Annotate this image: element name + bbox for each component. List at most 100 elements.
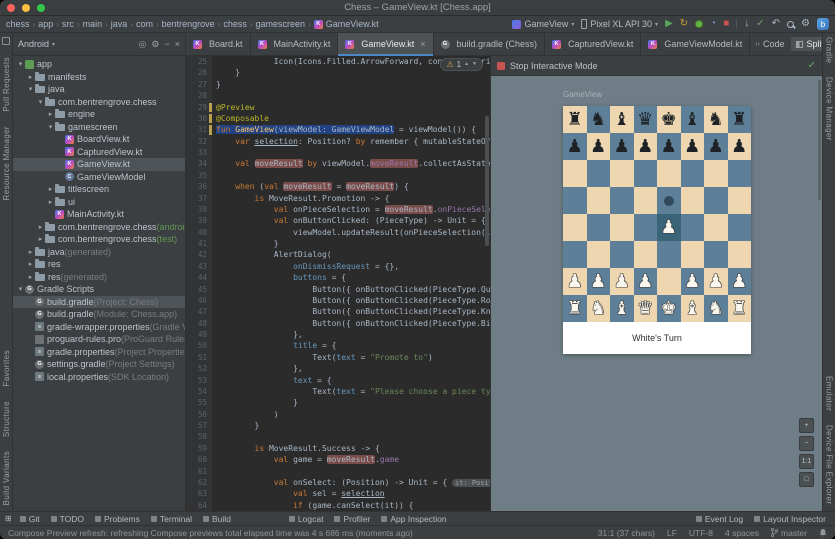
project-tool-icon[interactable] — [2, 37, 10, 45]
run-button[interactable]: ▶ — [665, 19, 673, 29]
board-square[interactable]: ♟ — [681, 133, 705, 160]
board-square[interactable] — [563, 187, 587, 214]
board-square[interactable]: ♟ — [610, 133, 634, 160]
line-number[interactable]: 30 — [186, 113, 212, 124]
line-number[interactable]: 51 — [186, 352, 212, 363]
breadcrumb-item[interactable]: src — [62, 19, 74, 29]
editor-tab[interactable]: KCapturedView.kt — [545, 33, 641, 55]
breadcrumb-item[interactable]: gamescreen — [256, 19, 306, 29]
tree-item-capturedview-kt[interactable]: KCapturedView.kt — [13, 146, 185, 159]
line-number[interactable]: 46 — [186, 295, 212, 306]
locate-file-icon[interactable]: ◎ — [139, 39, 147, 50]
code-line[interactable]: 48 Button({ onButtonClicked(PieceType.Bi… — [186, 318, 490, 329]
code-line[interactable]: 28 — [186, 90, 490, 101]
breadcrumb-item[interactable]: app — [38, 19, 53, 29]
tree-item-gradle-wrapper-properties[interactable]: ≡gradle-wrapper.properties (Gradle Versi… — [13, 321, 185, 334]
board-square[interactable] — [681, 241, 705, 268]
board-square[interactable]: ♝ — [610, 295, 634, 322]
board-square[interactable] — [634, 160, 658, 187]
search-icon[interactable] — [787, 21, 794, 28]
board-square[interactable]: ♞ — [704, 106, 728, 133]
tool-window-button-event-log[interactable]: Event Log — [696, 514, 743, 524]
close-icon[interactable]: × — [420, 39, 425, 49]
board-square[interactable]: ♟ — [657, 133, 681, 160]
editor-tab[interactable]: Gbuild.gradle (Chess) — [434, 33, 546, 55]
board-square[interactable] — [563, 241, 587, 268]
code-line[interactable]: 41 } — [186, 238, 490, 249]
board-square[interactable] — [587, 241, 611, 268]
tree-item-app[interactable]: ▾app — [13, 58, 185, 71]
code-line[interactable]: 32 var selection: Position? by remember … — [186, 136, 490, 147]
board-square[interactable]: ♛ — [634, 106, 658, 133]
run-configuration-selector[interactable]: GameView ▾ — [512, 19, 574, 29]
board-square[interactable]: ♟ — [704, 268, 728, 295]
board-square[interactable]: ♜ — [563, 295, 587, 322]
chevron-down-icon[interactable]: ▼ — [472, 62, 477, 67]
board-square[interactable]: ♟ — [563, 133, 587, 160]
board-square[interactable]: ♟ — [704, 133, 728, 160]
board-square[interactable] — [681, 187, 705, 214]
line-number[interactable]: 45 — [186, 284, 212, 295]
line-number[interactable]: 59 — [186, 443, 212, 454]
board-square[interactable] — [704, 187, 728, 214]
project-view-selector[interactable]: Android ▾ — [18, 39, 55, 49]
line-number[interactable]: 43 — [186, 261, 212, 272]
board-square[interactable]: ♟ — [587, 133, 611, 160]
encoding-indicator[interactable]: UTF-8 — [689, 528, 713, 538]
line-number[interactable]: 42 — [186, 249, 212, 260]
chevron-right-icon[interactable]: ▸ — [46, 185, 55, 193]
tool-stripe-device-manager[interactable]: Device Manager — [825, 77, 834, 141]
code-line[interactable]: 42 AlertDialog( — [186, 249, 490, 260]
line-number[interactable]: 64 — [186, 500, 212, 511]
tool-stripe-resource-manager[interactable]: Resource Manager — [2, 126, 11, 200]
code-line[interactable]: 47 Button({ onButtonClicked(PieceType.Kn… — [186, 306, 490, 317]
board-square[interactable] — [587, 214, 611, 241]
line-number[interactable]: 58 — [186, 431, 212, 442]
indent-indicator[interactable]: 4 spaces — [725, 528, 759, 538]
board-square[interactable]: ♟ — [587, 268, 611, 295]
line-number[interactable]: 34 — [186, 158, 212, 169]
line-number[interactable]: 29 — [186, 102, 212, 113]
board-square[interactable] — [563, 160, 587, 187]
code-line[interactable]: 51 Text(text = "Promote to") — [186, 352, 490, 363]
chevron-right-icon[interactable]: ▸ — [36, 235, 45, 243]
line-number[interactable]: 48 — [186, 318, 212, 329]
line-number[interactable]: 35 — [186, 170, 212, 181]
code-line[interactable]: 37 is MoveResult.Promotion -> { — [186, 193, 490, 204]
board-square[interactable] — [704, 214, 728, 241]
apply-changes-button[interactable]: ↻ — [680, 19, 688, 29]
line-number[interactable]: 37 — [186, 193, 212, 204]
chevron-up-icon[interactable]: ▲ — [464, 62, 469, 67]
board-square[interactable] — [657, 187, 681, 214]
board-square[interactable] — [728, 214, 752, 241]
chevron-right-icon[interactable]: ▸ — [46, 198, 55, 206]
zoom-button-out[interactable]: − — [799, 436, 814, 451]
code-line[interactable]: 46 Button({ onButtonClicked(PieceType.Ro… — [186, 295, 490, 306]
code-line[interactable]: 39 val onButtonClicked: (PieceType) -> U… — [186, 215, 490, 226]
tree-item-boardview-kt[interactable]: KBoardView.kt — [13, 133, 185, 146]
git-update-button[interactable]: ↓ — [744, 19, 749, 29]
line-number[interactable]: 50 — [186, 340, 212, 351]
chevron-right-icon[interactable]: ▸ — [36, 223, 45, 231]
chevron-down-icon[interactable]: ▾ — [16, 60, 25, 68]
tree-item-com-bentrengrove-chess[interactable]: ▸com.bentrengrove.chess (androidTest) — [13, 221, 185, 234]
editor-tab[interactable]: KMainActivity.kt — [251, 33, 339, 55]
tool-stripe-gradle[interactable]: Gradle — [825, 37, 834, 63]
code-line[interactable]: 44 buttons = { — [186, 272, 490, 283]
tree-item-res[interactable]: ▸res — [13, 258, 185, 271]
tree-item-manifests[interactable]: ▸manifests — [13, 71, 185, 84]
code-line[interactable]: 27} — [186, 79, 490, 90]
editor-tab[interactable]: KGameView.kt× — [338, 33, 433, 55]
code-line[interactable]: 55 } — [186, 397, 490, 408]
line-number[interactable]: 47 — [186, 306, 212, 317]
board-square[interactable] — [634, 187, 658, 214]
board-square[interactable] — [587, 160, 611, 187]
board-square[interactable] — [657, 268, 681, 295]
line-number[interactable]: 31 — [186, 124, 212, 135]
board-square[interactable]: ♟ — [728, 268, 752, 295]
code-line[interactable]: 60 val game = moveResult.game — [186, 454, 490, 465]
line-number[interactable]: 39 — [186, 215, 212, 226]
code-line[interactable]: 43 onDismissRequest = {}, — [186, 261, 490, 272]
zoom-button-in[interactable]: + — [799, 418, 814, 433]
line-number[interactable]: 54 — [186, 386, 212, 397]
